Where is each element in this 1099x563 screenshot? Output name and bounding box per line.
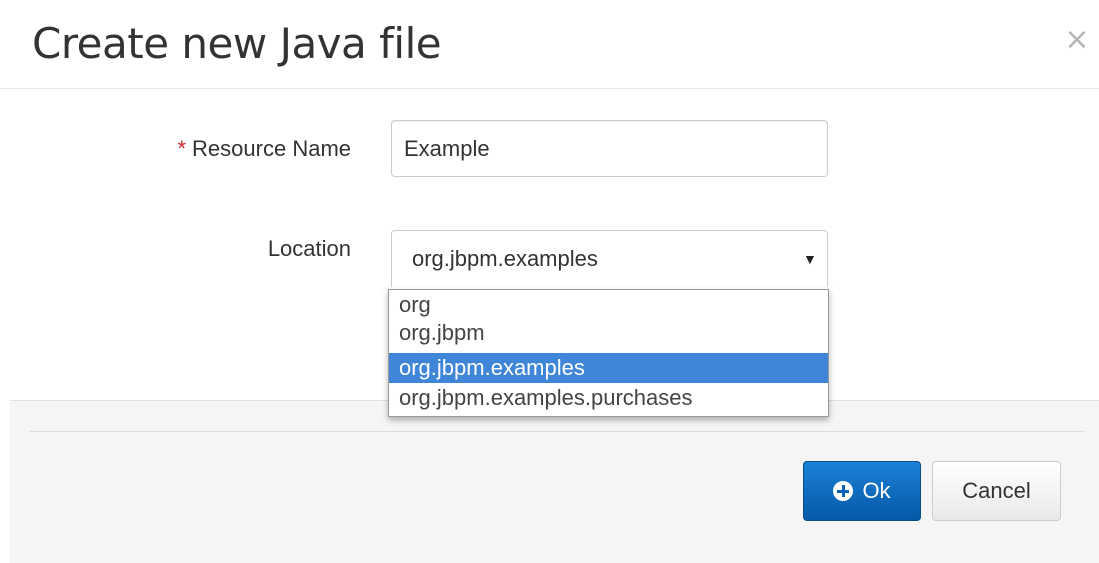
- create-java-file-dialog: Create new Java file × *Resource Name Lo…: [0, 0, 1099, 563]
- location-label: Location: [267, 236, 351, 261]
- footer-divider: [30, 431, 1085, 432]
- location-option-org-jbpm-examples-purchases[interactable]: org.jbpm.examples.purchases: [389, 383, 828, 416]
- dialog-header: Create new Java file ×: [0, 0, 1099, 89]
- resource-name-input[interactable]: [391, 120, 828, 177]
- resource-name-label-text: Resource Name: [192, 136, 351, 161]
- location-option-org-jbpm-examples[interactable]: org.jbpm.examples: [389, 353, 828, 383]
- dialog-title: Create new Java file: [32, 19, 442, 68]
- close-icon[interactable]: ×: [1062, 22, 1092, 58]
- required-marker: *: [177, 136, 187, 161]
- location-select[interactable]: org.jbpm.examples ▼: [391, 230, 828, 287]
- location-option-org[interactable]: org: [389, 290, 828, 320]
- location-dropdown-list: org org.jbpm org.jbpm.examples org.jbpm.…: [388, 289, 829, 417]
- cancel-button[interactable]: Cancel: [932, 461, 1061, 521]
- caret-down-icon: ▼: [803, 251, 817, 267]
- cancel-button-label: Cancel: [962, 478, 1031, 503]
- plus-circle-icon: [833, 481, 854, 501]
- ok-button[interactable]: Ok: [803, 461, 921, 521]
- location-option-org-jbpm[interactable]: org.jbpm: [389, 320, 828, 353]
- resource-name-label: * Resource Name: [100, 135, 351, 163]
- dialog-footer: Ok Cancel: [10, 400, 1099, 563]
- ok-button-label: Ok: [862, 478, 891, 503]
- location-selected-value: org.jbpm.examples: [412, 246, 598, 271]
